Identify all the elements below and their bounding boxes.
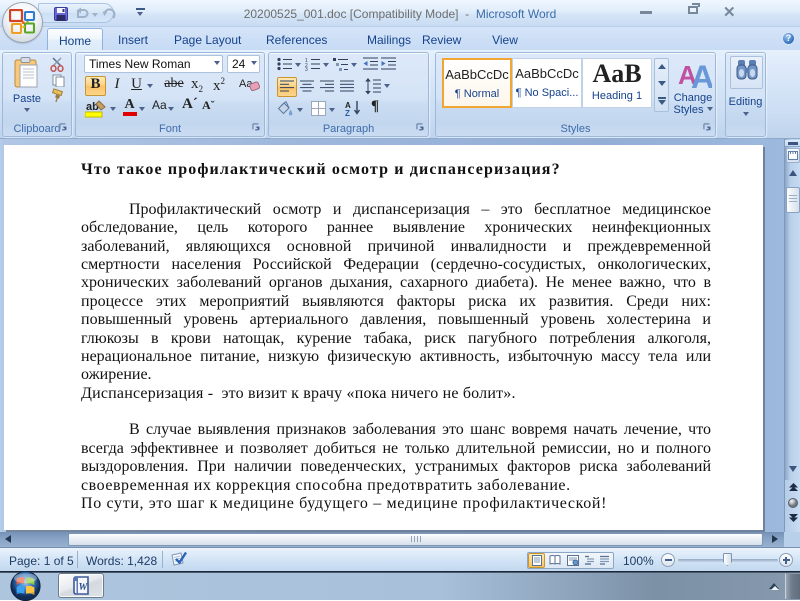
svg-text:W: W [79,582,89,593]
svg-text:A: A [691,59,712,90]
svg-text:Z: Z [345,109,350,117]
svg-text:3: 3 [305,67,308,71]
